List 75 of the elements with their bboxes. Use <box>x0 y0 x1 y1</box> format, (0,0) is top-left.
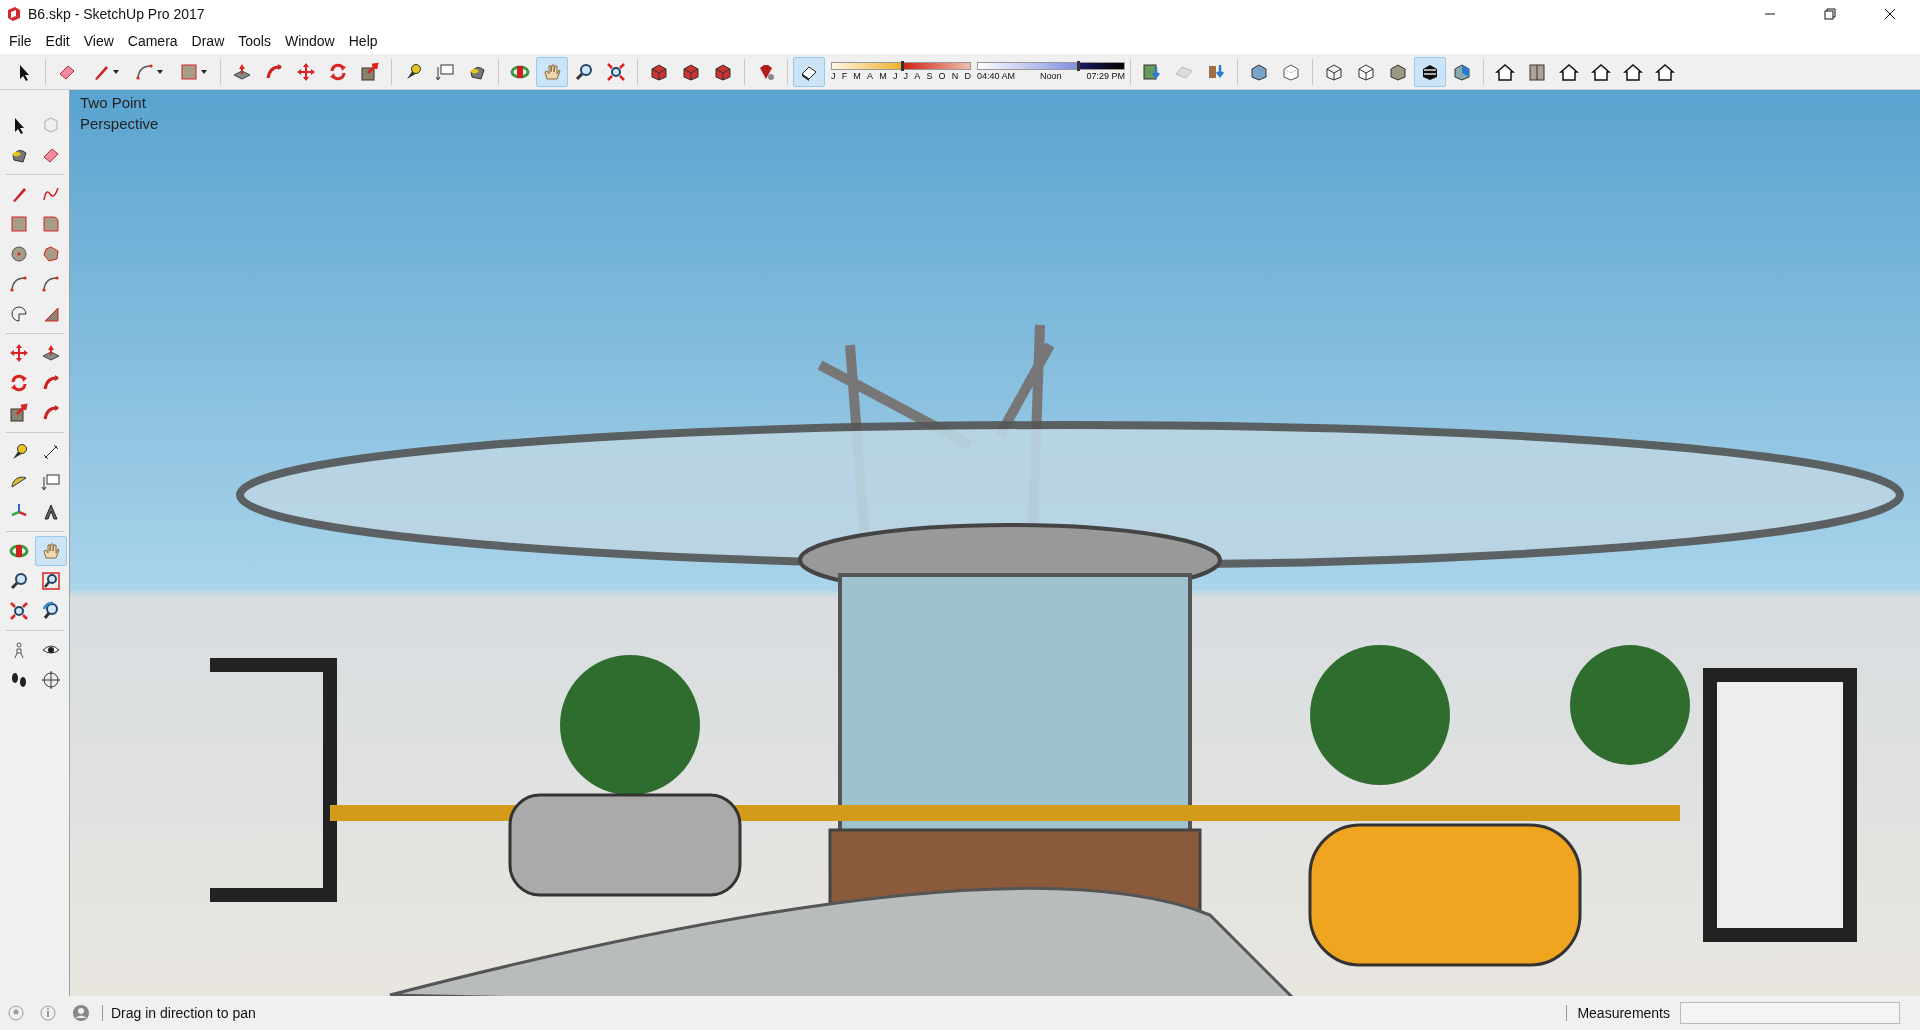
arc-icon <box>8 274 29 294</box>
top-view-house-icon <box>1527 61 1547 82</box>
slider-track[interactable] <box>831 61 971 70</box>
front-view-house-icon <box>1559 61 1579 82</box>
polygon-icon <box>40 244 61 264</box>
scale-icon <box>360 61 380 82</box>
left-view-house-icon <box>1655 61 1675 82</box>
app-logo-icon <box>6 6 22 22</box>
slider-label: J <box>831 70 836 82</box>
zoom-extents-icon <box>606 61 626 82</box>
pan-hand-icon <box>40 541 61 561</box>
menu-item[interactable]: File <box>2 29 39 53</box>
model-viewport[interactable]: Two Point Perspective <box>70 90 1920 996</box>
menu-item[interactable]: Window <box>277 29 342 53</box>
rectangle-icon <box>179 61 199 82</box>
status-hint: Drag in direction to pan <box>111 1003 256 1023</box>
slider-label: F <box>841 70 848 82</box>
slider-label: A <box>914 70 921 82</box>
caret-icon <box>201 69 207 74</box>
move-icon <box>8 343 29 363</box>
slider-label: M <box>853 70 861 82</box>
slider-thumb[interactable] <box>901 60 904 71</box>
slider-label: J <box>903 70 909 82</box>
menu-item[interactable]: View <box>76 29 121 53</box>
text-label-icon <box>435 61 455 82</box>
slider-track[interactable] <box>977 61 1125 70</box>
map-import-icon <box>1142 61 1162 82</box>
restore-icon <box>1824 8 1836 20</box>
zoom-extents-icon <box>8 601 29 621</box>
user-account-icon[interactable] <box>72 1004 90 1022</box>
section-plane-icon <box>40 670 61 690</box>
caret-icon <box>157 69 163 74</box>
slider-label: Noon <box>1040 70 1062 82</box>
zoom-icon <box>8 571 29 591</box>
camera-label: Two Point Perspective <box>80 93 160 134</box>
zoom-window-icon <box>40 571 61 591</box>
slider-label: O <box>938 70 946 82</box>
circle-icon <box>8 244 29 264</box>
slider-label: N <box>951 70 959 82</box>
back-view-house-icon <box>1623 61 1643 82</box>
window-title: B6.skp - SketchUp Pro 2017 <box>28 4 205 24</box>
textured-cube-button[interactable] <box>1414 56 1446 87</box>
menu-item[interactable]: Camera <box>120 29 185 53</box>
geo-location-icon[interactable] <box>8 1005 24 1021</box>
caret-icon <box>113 69 119 74</box>
slider-label: J <box>892 70 898 82</box>
menu-item[interactable]: Draw <box>184 29 232 53</box>
text-label-icon <box>40 472 61 492</box>
slider-label: A <box>867 70 874 82</box>
slider-label: 07:29 PM <box>1086 70 1125 82</box>
zoom-icon <box>574 61 594 82</box>
move-icon <box>296 61 316 82</box>
iso-view-house-icon <box>1495 61 1515 82</box>
rectangle-icon <box>8 214 29 234</box>
slider-label: 04:40 AM <box>977 70 1016 82</box>
measurements-field[interactable] <box>1680 1002 1900 1024</box>
slider-label: D <box>964 70 971 82</box>
slider-label: M <box>879 70 887 82</box>
info-icon[interactable] <box>40 1005 56 1021</box>
rotate-icon <box>328 61 348 82</box>
slider-thumb[interactable] <box>1077 60 1081 71</box>
pie-icon <box>8 304 29 324</box>
pan-hand-icon <box>542 61 562 82</box>
close-icon <box>1884 8 1896 20</box>
scale-icon <box>8 403 29 423</box>
right-view-house-icon <box>1591 61 1611 82</box>
two-point-arc-icon <box>40 274 61 294</box>
push-pull-icon <box>40 343 61 363</box>
menu-item[interactable]: Edit <box>38 29 77 53</box>
shadow-toggle-button[interactable] <box>793 56 825 87</box>
measurements-label: Measurements <box>1577 1003 1670 1023</box>
menu-item[interactable]: Tools <box>231 29 278 53</box>
previous-view-icon <box>40 601 61 621</box>
menu-item[interactable]: Help <box>341 29 385 53</box>
slider-label: S <box>926 70 933 82</box>
